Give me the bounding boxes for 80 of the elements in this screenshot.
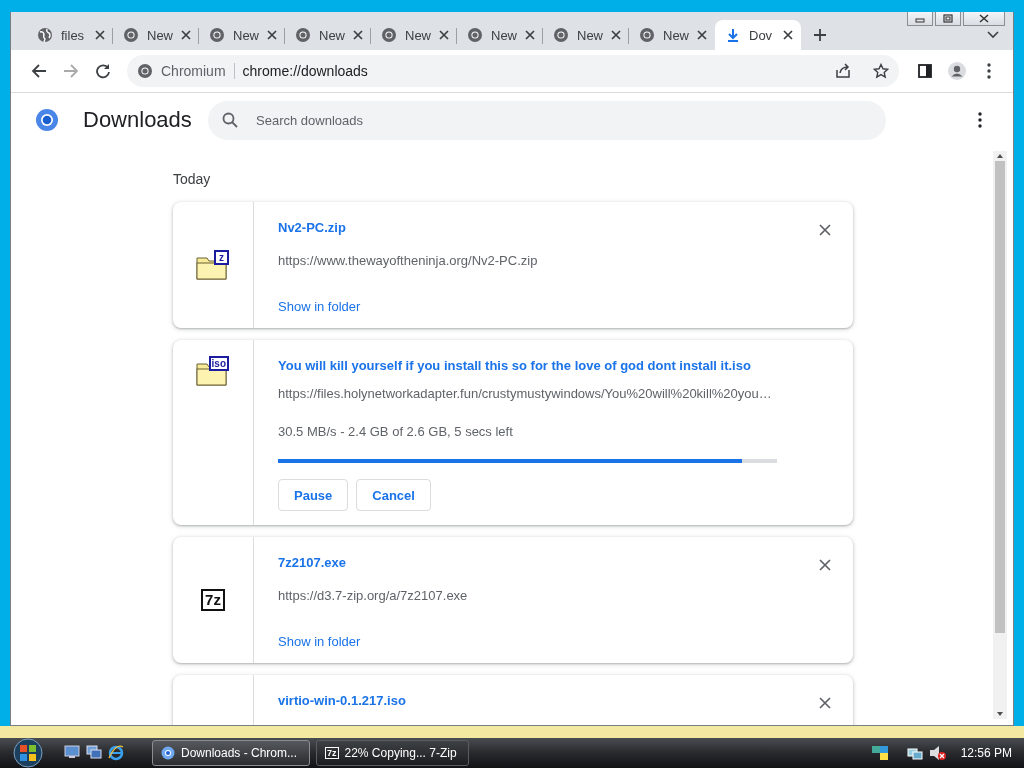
close-icon[interactable] (697, 30, 707, 40)
browser-tab[interactable]: New (199, 20, 285, 50)
close-icon[interactable] (525, 30, 535, 40)
file-name-link[interactable]: virtio-win-0.1.217.iso (278, 693, 803, 708)
download-action-button[interactable]: Cancel (356, 479, 431, 511)
close-icon[interactable] (978, 14, 990, 23)
search-field[interactable]: Search downloads (208, 100, 886, 140)
chromium-icon (639, 27, 655, 43)
side-panel-icon[interactable] (917, 63, 933, 79)
chromium-icon (553, 27, 569, 43)
file-name-link[interactable]: 7z2107.exe (278, 555, 803, 570)
close-button[interactable] (963, 12, 1005, 26)
close-icon[interactable] (783, 30, 793, 40)
page-title: Downloads (83, 107, 193, 133)
star-icon[interactable] (873, 63, 889, 79)
more-vertical-icon[interactable] (978, 112, 982, 128)
scrollbar[interactable] (993, 151, 1007, 719)
back-arrow-icon[interactable] (31, 63, 47, 79)
close-icon[interactable] (611, 30, 621, 40)
scrollbar-thumb[interactable] (995, 161, 1005, 633)
source-url: https://files.holynetworkadapter.fun/crustymustywindows/You%20will%20kill%20you… (278, 386, 773, 401)
close-icon[interactable] (267, 30, 277, 40)
close-icon[interactable] (353, 30, 363, 40)
desktop-icon[interactable] (64, 745, 80, 759)
source-url: https://www.thewayoftheninja.org/Nv2-PC.zip (278, 253, 539, 268)
download-status: 30.5 MB/s - 2.4 GB of 2.6 GB, 5 secs left (278, 424, 514, 439)
close-icon[interactable] (181, 30, 191, 40)
chromium-icon (137, 63, 153, 79)
chromium-icon (467, 27, 483, 43)
close-icon[interactable] (819, 224, 831, 236)
file-type-icon: 7z (201, 589, 225, 611)
network-icon[interactable] (870, 745, 889, 761)
browser-tab[interactable]: New (113, 20, 199, 50)
section-heading: Today (173, 171, 211, 187)
download-icon (725, 27, 741, 43)
search-input[interactable]: Search downloads (254, 111, 872, 129)
windows-icon[interactable] (86, 745, 102, 759)
browser-tab[interactable]: New (457, 20, 543, 50)
profile-icon[interactable] (948, 62, 966, 80)
file-name-link[interactable]: Nv2-PC.zip (278, 220, 803, 235)
archiver-icon: 7z (325, 747, 339, 759)
browser-icon[interactable] (108, 745, 124, 761)
taskbar-button[interactable]: Downloads - Chrom... (152, 740, 310, 766)
clock-time: 12:56 PM (960, 746, 1012, 760)
browser-tab[interactable]: Dov (715, 20, 801, 50)
download-action-button[interactable]: Pause (278, 479, 349, 511)
browser-tab[interactable]: New (371, 20, 457, 50)
source-url: https://d3.7-zip.org/a/7z2107.exe (278, 588, 469, 603)
file-name-link[interactable]: You will kill yourself if you install this so for the love of god dont install it.iso (278, 358, 853, 373)
browser-tab[interactable]: New (629, 20, 715, 50)
chromium-icon (123, 27, 139, 43)
chromium-icon (161, 746, 175, 760)
address-bar[interactable]: Chromium chrome://downloads (127, 55, 899, 87)
chromium-icon (381, 27, 397, 43)
chromium-icon (209, 27, 225, 43)
connection-icon[interactable] (906, 745, 923, 761)
globe-icon (37, 27, 53, 43)
browser-tab[interactable]: New (285, 20, 371, 50)
maximize-button[interactable] (935, 12, 961, 26)
search-icon (222, 112, 238, 128)
close-icon[interactable] (95, 30, 105, 40)
plus-icon[interactable] (813, 28, 827, 42)
reload-icon[interactable] (95, 63, 111, 79)
browser-tab[interactable]: files (27, 20, 113, 50)
close-icon[interactable] (439, 30, 449, 40)
chromium-logo (35, 108, 59, 132)
share-icon[interactable] (835, 63, 851, 79)
url-text: chrome://downloads (242, 63, 368, 79)
minimize-button[interactable] (907, 12, 933, 26)
close-icon[interactable] (819, 559, 831, 571)
browser-tab[interactable]: New (543, 20, 629, 50)
more-vertical-icon[interactable] (987, 63, 991, 79)
muted-speaker-icon[interactable] (928, 745, 947, 761)
show-in-folder-link[interactable]: Show in folder (278, 634, 361, 649)
close-icon[interactable] (819, 697, 831, 709)
chromium-icon (295, 27, 311, 43)
site-label: Chromium (161, 63, 226, 79)
taskbar-button[interactable]: 7z 22% Copying... 7-Zip (316, 740, 469, 766)
show-in-folder-link[interactable]: Show in folder (278, 299, 361, 314)
restore-icon[interactable] (942, 14, 954, 23)
